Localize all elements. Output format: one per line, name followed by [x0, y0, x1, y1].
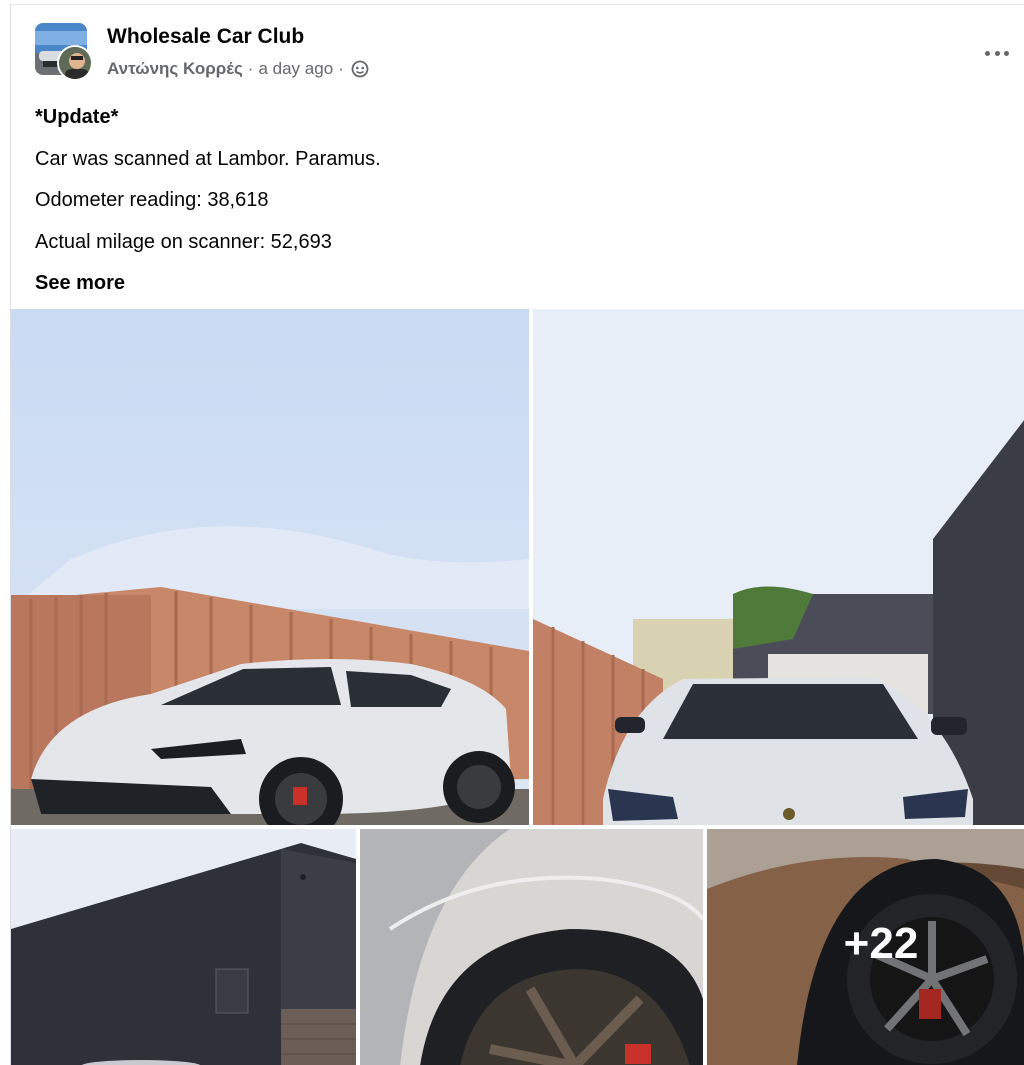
globe-icon[interactable]	[351, 60, 369, 78]
post-timestamp[interactable]: a day ago	[258, 59, 333, 79]
post-text: *Update* Car was scanned at Lambor. Para…	[35, 97, 1004, 305]
post-text-title: *Update*	[35, 106, 119, 128]
post-photo[interactable]	[360, 829, 703, 1065]
group-name-link[interactable]: Wholesale Car Club	[107, 25, 304, 49]
more-photos-tile[interactable]: +22	[707, 829, 1024, 1065]
feed-post: Wholesale Car Club Αντώνης Κορρές · a da…	[10, 4, 1024, 1065]
meta-separator: ·	[338, 59, 344, 78]
post-photo[interactable]	[11, 829, 356, 1065]
see-more-link[interactable]: See more	[35, 263, 1004, 305]
post-header: Wholesale Car Club Αντώνης Κορρές · a da…	[35, 23, 1024, 83]
author-name-link[interactable]: Αντώνης Κορρές	[107, 59, 243, 79]
post-text-line: Odometer reading: 38,618	[35, 189, 269, 211]
post-text-line: Actual milage on scanner: 52,693	[35, 230, 332, 253]
post-photo[interactable]	[533, 309, 1024, 825]
avatar-stack[interactable]	[35, 23, 95, 83]
post-meta: Αντώνης Κορρές · a day ago ·	[107, 59, 369, 79]
more-options-icon[interactable]	[982, 43, 1012, 63]
more-photos-count: +22	[843, 918, 919, 968]
author-avatar[interactable]	[57, 45, 93, 81]
more-photos-overlay[interactable]: +22	[707, 829, 1024, 1065]
post-photo[interactable]	[11, 309, 529, 825]
post-text-line: Car was scanned at Lambor. Paramus.	[35, 147, 381, 170]
meta-separator: ·	[247, 59, 254, 78]
